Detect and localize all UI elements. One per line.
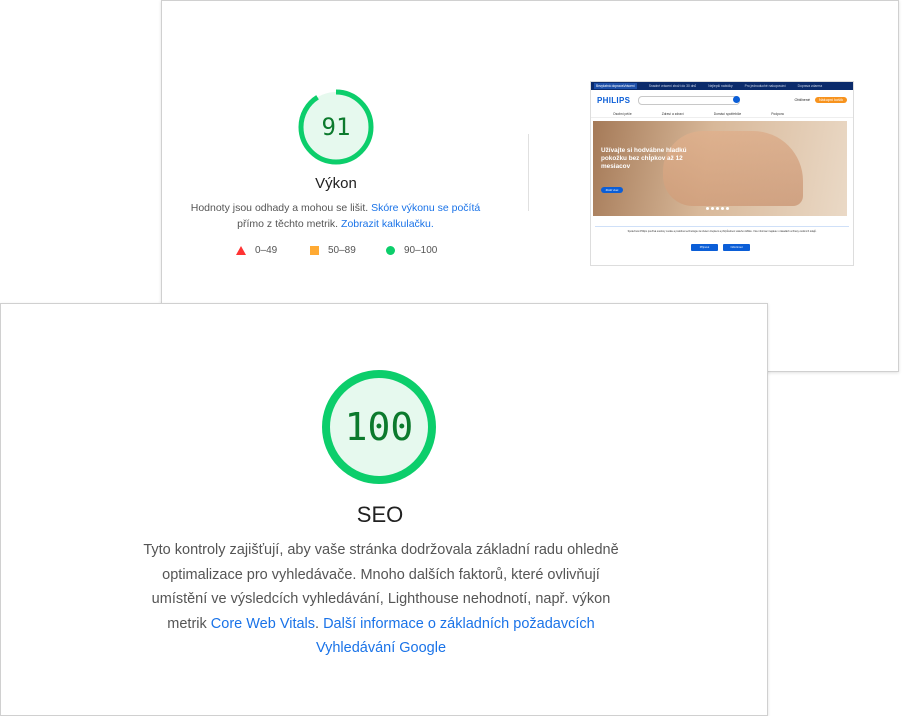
thumb-cookie-reject: Odmítnout [723, 244, 750, 251]
thumb-divider [595, 226, 849, 227]
core-web-vitals-link[interactable]: Core Web Vitals [211, 616, 315, 632]
green-circle-icon [386, 246, 395, 255]
thumb-header-actions: Oblíbené Nákupní košík [795, 97, 847, 103]
seo-title: SEO [356, 502, 404, 527]
legend-item-fail: 0–49 [236, 245, 277, 256]
thumb-cookie-accept: Přijmout [691, 244, 718, 251]
philips-logo: PHILIPS [597, 95, 631, 105]
thumb-hero-banner: Užívajte si hodvábne hladkú pokožku bez … [593, 121, 847, 216]
thumb-carousel-dots [706, 207, 729, 210]
thumb-nav: Osobní péče Zdraví a zdraví Domácí spotř… [591, 110, 853, 118]
thumb-cookie-text: Společnost Philips používá soubory cooki… [627, 230, 817, 233]
legend-label-fail: 0–49 [255, 245, 278, 256]
thumb-search-input [638, 95, 741, 105]
search-icon [733, 95, 741, 103]
thumb-topbar-item: Pro jednoduché nakupování [744, 84, 786, 88]
thumb-topbar-item: Doprava zdarma [797, 84, 823, 88]
thumb-topbar-badge: Bezplatná dopravaVrácení [594, 83, 637, 89]
vertical-divider [528, 134, 529, 211]
thumb-topbar: Bezplatná dopravaVrácení Snadné vrácení … [591, 82, 853, 90]
seo-description: Tyto kontroly zajišťují, aby vaše stránk… [133, 538, 629, 661]
thumb-cart-button: Nákupní košík [814, 97, 847, 103]
legend-label-pass: 90–100 [404, 245, 438, 256]
performance-desc-text: Hodnoty jsou odhady a mohou se lišit. [190, 202, 372, 214]
seo-desc-text-2: . [315, 615, 324, 632]
thumb-cookie-buttons: Přijmout Odmítnout [691, 244, 750, 251]
google-search-essentials-link[interactable]: Další informace o základních požadavcích… [316, 616, 595, 657]
thumb-nav-item: Zdraví a zdraví [661, 111, 684, 116]
legend-item-pass: 90–100 [386, 245, 437, 256]
thumb-hero-text: Užívajte si hodvábne hladkú pokožku bez … [601, 147, 687, 170]
score-calculation-link[interactable]: Skóre výkonu se počítá [371, 202, 480, 214]
thumb-hero-button: Zistiť viac [601, 187, 623, 193]
thumb-topbar-item: Snadné vrácení zboží do 30 dnů [648, 84, 697, 88]
seo-card: 100 SEO Tyto kontroly zajišťují, aby vaš… [0, 303, 768, 716]
thumb-wishlist: Oblíbené [794, 98, 810, 102]
thumb-header: PHILIPS Oblíbené Nákupní košík [591, 90, 853, 110]
seo-score-gauge[interactable]: 100 [320, 368, 438, 486]
thumb-topbar-item: Nejlepší nabídky [708, 84, 733, 88]
red-triangle-icon [236, 246, 246, 255]
seo-score: 100 [344, 405, 414, 449]
performance-desc-text-2: přímo z těchto metrik. [237, 218, 342, 230]
show-calculator-link[interactable]: Zobrazit kalkulačku. [341, 218, 434, 230]
thumb-nav-item: Osobní péče [613, 111, 632, 116]
thumb-nav-item: Podpora [771, 111, 784, 116]
performance-description: Hodnoty jsou odhady a mohou se lišit. Sk… [182, 200, 489, 232]
page-screenshot-thumbnail[interactable]: Bezplatná dopravaVrácení Snadné vrácení … [590, 81, 854, 266]
performance-title: Výkon [315, 175, 357, 192]
legend-label-average: 50–89 [328, 245, 356, 256]
orange-square-icon [310, 246, 319, 255]
thumb-nav-item: Domácí spotřebiče [713, 111, 742, 116]
performance-score-gauge[interactable]: 91 [297, 88, 375, 166]
performance-score: 91 [321, 113, 351, 141]
legend-item-average: 50–89 [310, 245, 356, 256]
score-legend: 0–49 50–89 90–100 [236, 245, 456, 261]
